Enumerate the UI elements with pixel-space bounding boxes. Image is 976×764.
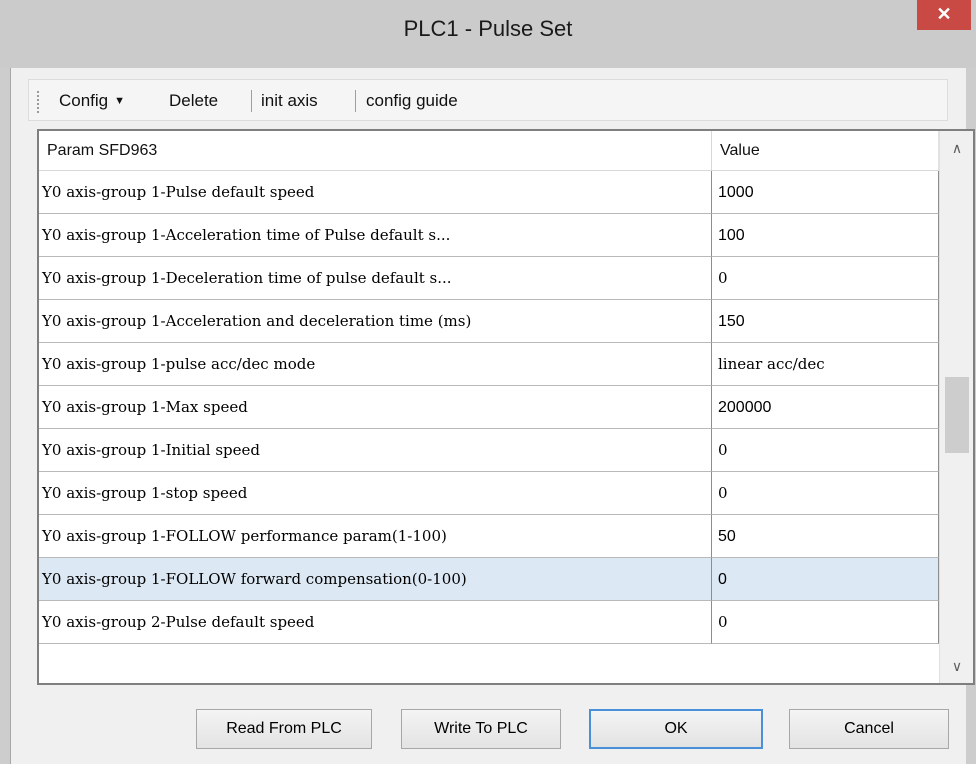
- param-cell: Y0 axis-group 1-pulse acc/dec mode: [39, 343, 712, 386]
- window-title: PLC1 - Pulse Set: [403, 16, 573, 41]
- param-cell: Y0 axis-group 1-Acceleration and deceler…: [39, 300, 712, 343]
- value-cell[interactable]: 0: [712, 257, 939, 300]
- toolbar-separator: [355, 90, 356, 112]
- param-cell: Y0 axis-group 1-Pulse default speed: [39, 171, 712, 214]
- value-cell[interactable]: 100: [712, 214, 939, 257]
- value-cell[interactable]: 150: [712, 300, 939, 343]
- value-cell[interactable]: linear acc/dec: [712, 343, 939, 386]
- read-from-plc-button[interactable]: Read From PLC: [196, 709, 372, 749]
- pulse-set-dialog: PLC1 - Pulse Set ✕ Config ▼ Delete init a…: [0, 0, 976, 764]
- param-cell: Y0 axis-group 1-Deceleration time of pul…: [39, 257, 712, 300]
- param-cell: Y0 axis-group 1-Max speed: [39, 386, 712, 429]
- toolbar-separator: [251, 90, 252, 112]
- scrollbar-thumb[interactable]: [945, 377, 969, 453]
- config-guide-button[interactable]: config guide: [366, 89, 458, 113]
- table-row-selected[interactable]: Y0 axis-group 1-FOLLOW forward compensat…: [39, 558, 939, 601]
- cancel-button[interactable]: Cancel: [789, 709, 949, 749]
- table-row[interactable]: Y0 axis-group 2-Pulse default speed 0: [39, 601, 939, 644]
- table-row[interactable]: Y0 axis-group 1-Deceleration time of pul…: [39, 257, 939, 300]
- close-icon: ✕: [936, 4, 952, 24]
- value-column-header[interactable]: Value: [712, 131, 939, 171]
- chevron-down-icon: ▼: [114, 95, 126, 107]
- param-grid[interactable]: Param SFD963 Value Y0 axis-group 1-Pulse…: [37, 129, 975, 685]
- vertical-scrollbar[interactable]: ∧ ∨: [939, 131, 973, 683]
- param-cell: Y0 axis-group 1-Acceleration time of Pul…: [39, 214, 712, 257]
- table-row[interactable]: Y0 axis-group 1-stop speed 0: [39, 472, 939, 515]
- param-cell: Y0 axis-group 2-Pulse default speed: [39, 601, 712, 644]
- table-row[interactable]: Y0 axis-group 1-Acceleration time of Pul…: [39, 214, 939, 257]
- value-cell[interactable]: 0: [712, 472, 939, 515]
- table-row[interactable]: Y0 axis-group 1-Pulse default speed 1000: [39, 171, 939, 214]
- scroll-up-arrow-icon[interactable]: ∧: [940, 131, 973, 165]
- table-row[interactable]: Y0 axis-group 1-FOLLOW performance param…: [39, 515, 939, 558]
- param-cell: Y0 axis-group 1-stop speed: [39, 472, 712, 515]
- config-menu-button[interactable]: Config ▼: [59, 89, 125, 113]
- close-button[interactable]: ✕: [917, 0, 971, 30]
- value-cell[interactable]: 0: [712, 429, 939, 472]
- param-cell: Y0 axis-group 1-FOLLOW forward compensat…: [39, 558, 712, 601]
- init-axis-button[interactable]: init axis: [261, 89, 318, 113]
- scroll-down-arrow-icon[interactable]: ∨: [940, 649, 973, 683]
- toolbar: Config ▼ Delete init axis config guide: [28, 79, 948, 121]
- title-bar[interactable]: PLC1 - Pulse Set ✕: [0, 0, 976, 68]
- table-row[interactable]: Y0 axis-group 1-pulse acc/dec mode linea…: [39, 343, 939, 386]
- toolbar-grip-icon[interactable]: [37, 91, 39, 113]
- value-cell[interactable]: 0: [712, 601, 939, 644]
- value-cell[interactable]: 50: [712, 515, 939, 558]
- table-row[interactable]: Y0 axis-group 1-Initial speed 0: [39, 429, 939, 472]
- write-to-plc-button[interactable]: Write To PLC: [401, 709, 561, 749]
- param-cell: Y0 axis-group 1-Initial speed: [39, 429, 712, 472]
- table-row[interactable]: Y0 axis-group 1-Acceleration and deceler…: [39, 300, 939, 343]
- config-label: Config: [59, 91, 109, 110]
- value-cell[interactable]: 1000: [712, 171, 939, 214]
- param-column-header[interactable]: Param SFD963: [39, 131, 712, 171]
- param-cell: Y0 axis-group 1-FOLLOW performance param…: [39, 515, 712, 558]
- delete-button[interactable]: Delete: [169, 89, 218, 113]
- value-cell[interactable]: 200000: [712, 386, 939, 429]
- table-row[interactable]: Y0 axis-group 1-Max speed 200000: [39, 386, 939, 429]
- value-cell[interactable]: 0: [712, 558, 939, 601]
- ok-button[interactable]: OK: [589, 709, 763, 749]
